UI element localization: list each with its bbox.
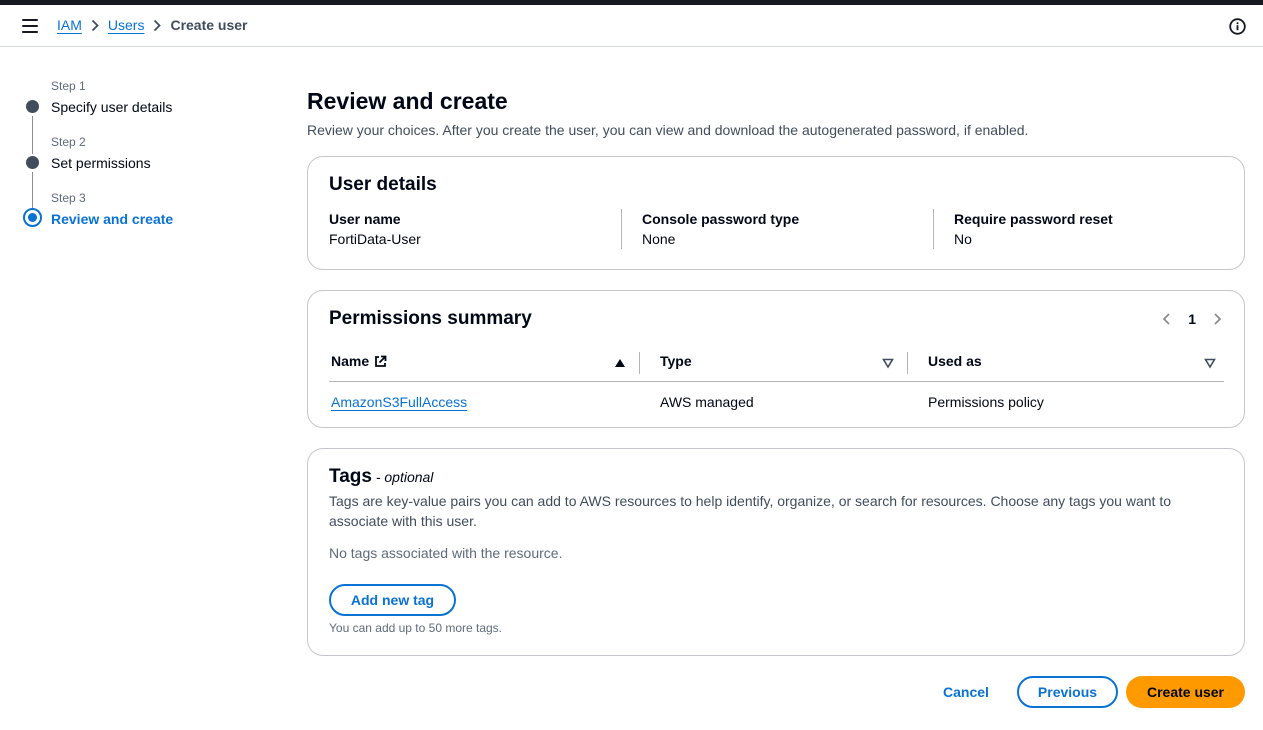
step-current-indicator-icon (23, 208, 42, 227)
policy-type: AWS managed (660, 394, 754, 410)
tags-title: Tags - optional (329, 466, 433, 488)
step-1[interactable]: Step 1 Specify user details (23, 78, 263, 134)
field-key: User name (329, 211, 401, 227)
column-header-label: Name (331, 353, 370, 369)
step-connector (32, 116, 33, 154)
step-2[interactable]: Step 2 Set permissions (23, 134, 263, 190)
column-header-type[interactable]: Type (660, 353, 692, 369)
step-number: Step 3 (51, 191, 86, 205)
chevron-left-icon[interactable] (1160, 312, 1174, 326)
console-password-type-field: Console password type None (642, 209, 932, 249)
step-label: Review and create (51, 211, 174, 227)
tags-card: Tags - optional Tags are key-value pairs… (307, 448, 1245, 656)
page-number[interactable]: 1 (1188, 311, 1196, 327)
step-3: Step 3 Review and create (23, 190, 263, 246)
table-header-divider (329, 381, 1224, 382)
chevron-right-icon (82, 17, 108, 33)
column-divider (933, 209, 934, 249)
no-tags-message: No tags associated with the resource. (329, 545, 563, 561)
optional-label: - optional (371, 469, 434, 485)
column-divider (621, 209, 622, 249)
field-value: None (642, 231, 676, 247)
previous-button[interactable]: Previous (1017, 676, 1118, 708)
column-divider (907, 352, 908, 374)
cancel-button[interactable]: Cancel (943, 684, 989, 700)
column-divider (639, 352, 640, 374)
field-key: Require password reset (954, 211, 1113, 227)
column-header-used-as[interactable]: Used as (928, 353, 982, 369)
breadcrumb-iam[interactable]: IAM (57, 17, 82, 33)
tags-description: Tags are key-value pairs you can add to … (329, 493, 1171, 529)
column-header-name[interactable]: Name (331, 353, 387, 369)
page-title: Review and create (307, 88, 508, 114)
sort-icon[interactable] (882, 356, 894, 369)
column-header-label: Used as (928, 353, 982, 369)
user-details-card: User details User name FortiData-User Co… (307, 156, 1245, 270)
step-label[interactable]: Specify user details (51, 97, 263, 117)
create-user-button[interactable]: Create user (1126, 676, 1245, 708)
policy-used-as: Permissions policy (928, 394, 1044, 410)
step-number: Step 1 (51, 79, 86, 93)
sort-ascending-icon[interactable] (614, 356, 626, 368)
pagination: 1 (1160, 311, 1224, 327)
step-indicator-icon (26, 156, 39, 169)
breadcrumb-current: Create user (170, 17, 248, 33)
user-details-title: User details (329, 174, 437, 195)
hamburger-menu-icon[interactable] (22, 19, 38, 33)
user-name-field: User name FortiData-User (329, 209, 619, 249)
step-label[interactable]: Set permissions (51, 153, 263, 173)
field-value: No (954, 231, 972, 247)
chevron-right-icon[interactable] (1210, 312, 1224, 326)
column-header-label: Type (660, 353, 692, 369)
step-number: Step 2 (51, 135, 86, 149)
page-description: Review your choices. After you create th… (307, 122, 1029, 138)
permissions-summary-title: Permissions summary (329, 308, 532, 329)
permissions-summary-card: Permissions summary 1 Name Type Used as (307, 290, 1245, 428)
info-icon[interactable] (1229, 18, 1246, 35)
wizard-steps: Step 1 Specify user details Step 2 Set p… (23, 78, 263, 246)
breadcrumb: IAM Users Create user (57, 17, 248, 33)
field-value: FortiData-User (329, 231, 421, 247)
policy-name-link[interactable]: AmazonS3FullAccess (331, 394, 467, 410)
require-password-reset-field: Require password reset No (954, 209, 1244, 249)
sort-icon[interactable] (1204, 356, 1216, 369)
tags-title-text: Tags (329, 466, 372, 487)
chevron-right-icon (144, 17, 170, 33)
step-indicator-icon (26, 100, 39, 113)
breadcrumb-users[interactable]: Users (108, 17, 145, 33)
tags-limit-hint: You can add up to 50 more tags. (329, 621, 503, 635)
add-new-tag-button[interactable]: Add new tag (329, 584, 456, 616)
step-connector (32, 172, 33, 210)
top-navigation-bar: IAM Users Create user (0, 5, 1263, 47)
external-link-icon (374, 355, 387, 368)
field-key: Console password type (642, 211, 800, 227)
